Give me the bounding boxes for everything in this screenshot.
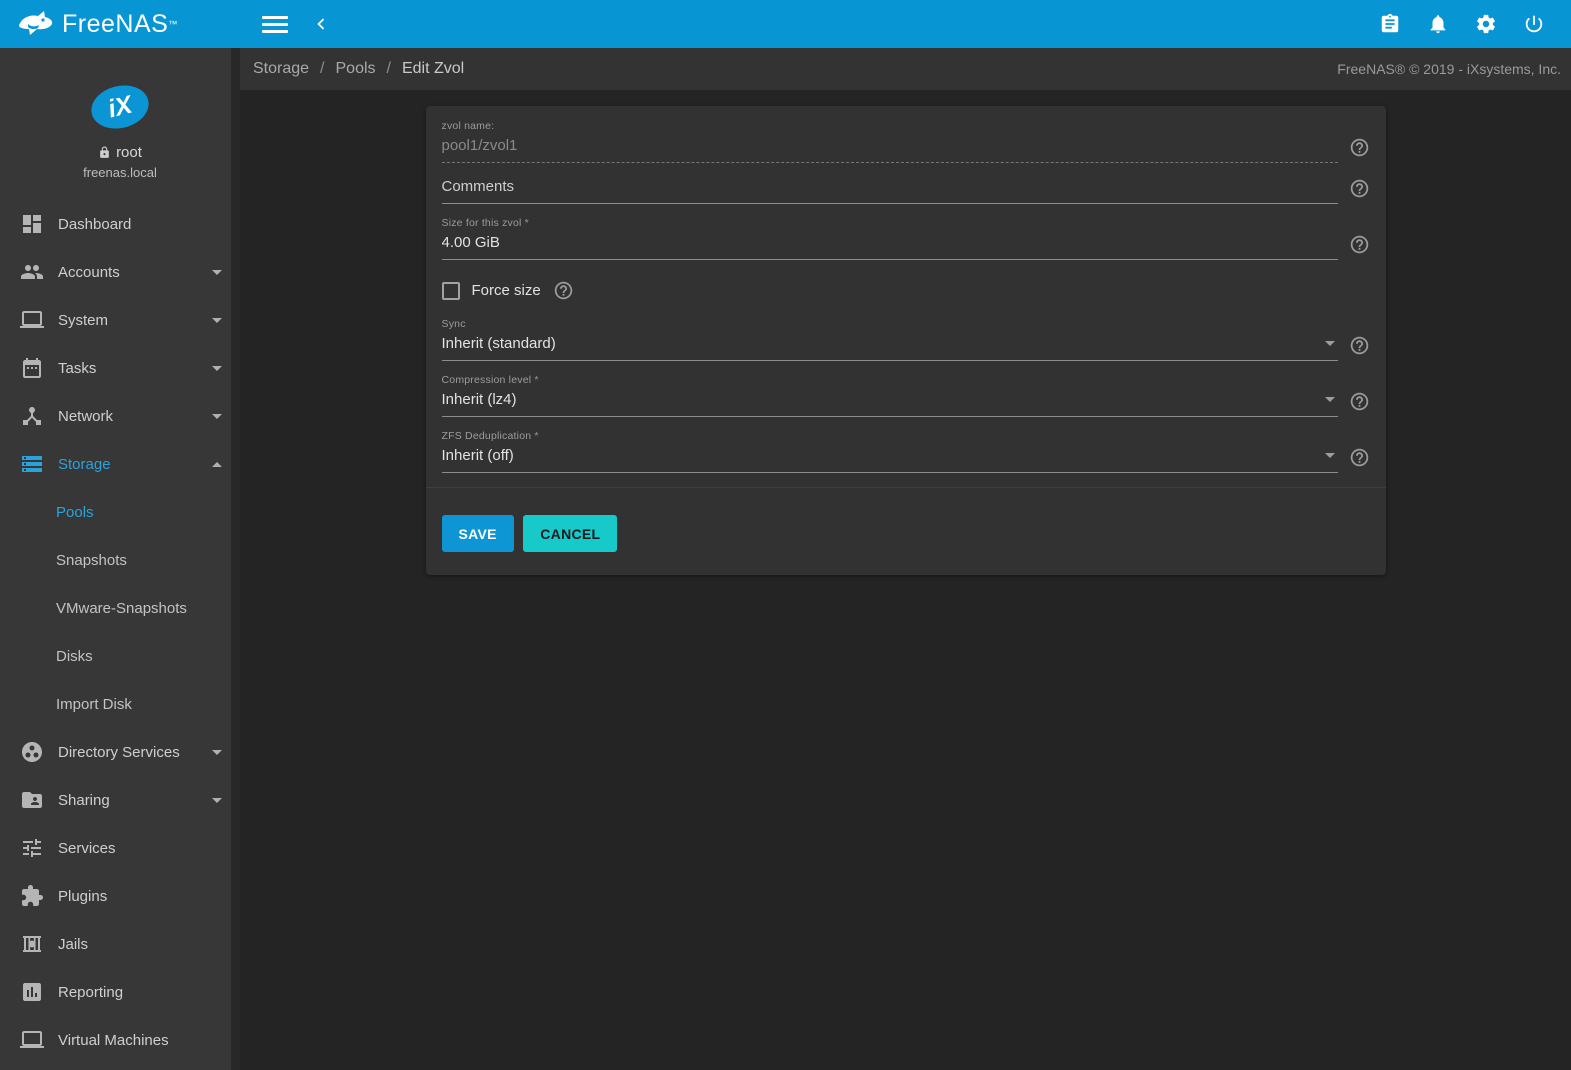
breadcrumb-pools[interactable]: Pools <box>336 60 376 78</box>
power-icon[interactable] <box>1523 13 1545 35</box>
zvol-name-label: zvol name: <box>442 120 1338 132</box>
storage-icon <box>20 452 44 476</box>
save-button[interactable]: SAVE <box>442 515 514 552</box>
chevron-down-icon <box>1325 397 1335 402</box>
bar-chart-icon <box>20 980 44 1004</box>
edit-zvol-form-card: zvol name: Size for this zvol * <box>426 106 1386 575</box>
sidebar-item-tasks[interactable]: Tasks <box>0 344 240 392</box>
sidebar-item-dashboard[interactable]: Dashboard <box>0 200 240 248</box>
copyright-text: FreeNAS® © 2019 - iXsystems, Inc. <box>1337 61 1561 77</box>
folder-shared-icon <box>20 788 44 812</box>
help-icon[interactable] <box>1349 178 1370 199</box>
user-name: root <box>116 144 142 161</box>
calendar-icon <box>20 356 44 380</box>
sidebar-item-import-disk[interactable]: Import Disk <box>0 680 240 728</box>
back-chevron-icon[interactable] <box>310 13 332 35</box>
chevron-up-icon <box>212 462 222 467</box>
user-host: freenas.local <box>0 165 240 180</box>
laptop-icon <box>20 308 44 332</box>
chevron-down-icon <box>212 270 222 275</box>
help-icon[interactable] <box>1349 391 1370 412</box>
shark-logo-icon <box>16 7 56 41</box>
sidebar-item-accounts[interactable]: Accounts <box>0 248 240 296</box>
ix-logo: iX <box>87 80 153 135</box>
chevron-down-icon <box>212 414 222 419</box>
comments-input[interactable] <box>442 176 1338 204</box>
sidebar-item-snapshots[interactable]: Snapshots <box>0 536 240 584</box>
people-icon <box>20 260 44 284</box>
sidebar: iX root freenas.local Dashboard Accounts… <box>0 48 240 1070</box>
lock-icon <box>98 146 111 159</box>
sync-label: Sync <box>442 318 1338 330</box>
sidebar-item-vmware-snapshots[interactable]: VMware-Snapshots <box>0 584 240 632</box>
task-list-icon[interactable] <box>1379 13 1401 35</box>
notifications-icon[interactable] <box>1427 13 1449 35</box>
tune-icon <box>20 836 44 860</box>
help-icon[interactable] <box>1349 234 1370 255</box>
chevron-down-icon <box>212 750 222 755</box>
sidebar-item-services[interactable]: Services <box>0 824 240 872</box>
main-area: Storage / Pools / Edit Zvol FreeNAS® © 2… <box>240 48 1571 1070</box>
group-work-icon <box>20 740 44 764</box>
breadcrumb: Storage / Pools / Edit Zvol <box>253 60 464 78</box>
chevron-down-icon <box>1325 453 1335 458</box>
brand-trademark: ™ <box>168 13 177 35</box>
breadcrumb-edit-zvol: Edit Zvol <box>402 60 464 78</box>
chevron-down-icon <box>212 798 222 803</box>
sidebar-nav: Dashboard Accounts System Tasks Network <box>0 200 240 1064</box>
topbar: FreeNAS™ <box>0 0 1571 48</box>
menu-icon[interactable] <box>262 12 288 37</box>
sidebar-item-disks[interactable]: Disks <box>0 632 240 680</box>
sidebar-item-pools[interactable]: Pools <box>0 488 240 536</box>
puzzle-icon <box>20 884 44 908</box>
sidebar-item-network[interactable]: Network <box>0 392 240 440</box>
settings-icon[interactable] <box>1475 13 1497 35</box>
breadcrumb-bar: Storage / Pools / Edit Zvol FreeNAS® © 2… <box>240 48 1571 90</box>
field-sync: Sync Inherit (standard) <box>442 318 1370 361</box>
force-size-checkbox[interactable] <box>442 282 460 300</box>
sidebar-item-plugins[interactable]: Plugins <box>0 872 240 920</box>
brand-name: FreeNAS <box>62 10 168 39</box>
freenas-logo: FreeNAS™ <box>0 0 240 48</box>
size-label: Size for this zvol * <box>442 217 1338 229</box>
laptop-icon <box>20 1028 44 1052</box>
network-hub-icon <box>20 404 44 428</box>
help-icon[interactable] <box>553 280 574 301</box>
dashboard-icon <box>20 212 44 236</box>
jail-icon <box>20 932 44 956</box>
help-icon[interactable] <box>1349 137 1370 158</box>
force-size-label: Force size <box>472 282 541 299</box>
size-input[interactable] <box>442 232 1338 260</box>
field-dedup: ZFS Deduplication * Inherit (off) <box>442 430 1370 473</box>
field-size: Size for this zvol * <box>442 217 1370 260</box>
sidebar-item-reporting[interactable]: Reporting <box>0 968 240 1016</box>
sidebar-item-sharing[interactable]: Sharing <box>0 776 240 824</box>
chevron-down-icon <box>212 318 222 323</box>
form-actions: SAVE CANCEL <box>426 487 1386 575</box>
zvol-name-input <box>442 135 1338 163</box>
compression-label: Compression level * <box>442 374 1338 386</box>
sidebar-item-jails[interactable]: Jails <box>0 920 240 968</box>
content-area: zvol name: Size for this zvol * <box>240 90 1571 1070</box>
topbar-actions <box>1379 13 1571 35</box>
sync-select[interactable]: Inherit (standard) <box>442 333 1338 361</box>
field-comments <box>442 176 1370 204</box>
help-icon[interactable] <box>1349 447 1370 468</box>
field-compression: Compression level * Inherit (lz4) <box>442 374 1370 417</box>
user-block: iX root freenas.local <box>0 48 240 180</box>
dedup-label: ZFS Deduplication * <box>442 430 1338 442</box>
chevron-down-icon <box>1325 341 1335 346</box>
sidebar-item-virtual-machines[interactable]: Virtual Machines <box>0 1016 240 1064</box>
breadcrumb-storage[interactable]: Storage <box>253 60 309 78</box>
dedup-select[interactable]: Inherit (off) <box>442 445 1338 473</box>
cancel-button[interactable]: CANCEL <box>523 515 617 552</box>
field-zvol-name: zvol name: <box>442 120 1370 163</box>
field-force-size: Force size <box>442 280 1370 301</box>
help-icon[interactable] <box>1349 335 1370 356</box>
sidebar-item-directory-services[interactable]: Directory Services <box>0 728 240 776</box>
sidebar-item-system[interactable]: System <box>0 296 240 344</box>
sidebar-item-storage[interactable]: Storage <box>0 440 240 488</box>
chevron-down-icon <box>212 366 222 371</box>
compression-select[interactable]: Inherit (lz4) <box>442 389 1338 417</box>
